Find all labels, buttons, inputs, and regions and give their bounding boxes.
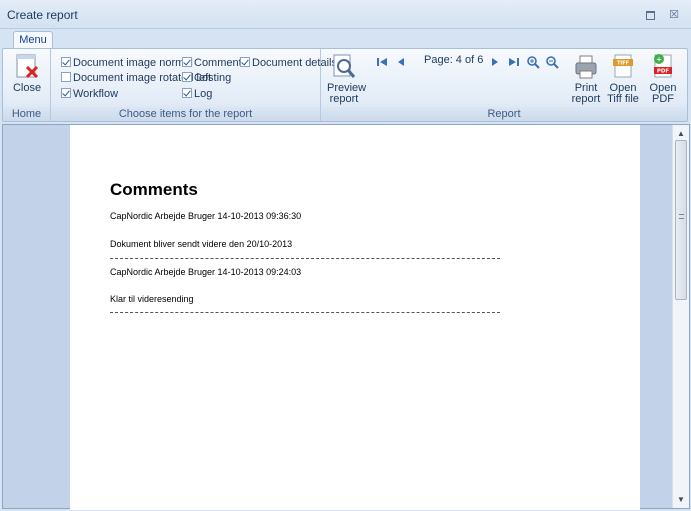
close-document-icon bbox=[16, 54, 39, 79]
scroll-down-arrow-icon[interactable]: ▼ bbox=[677, 495, 685, 504]
open-pdf-button[interactable]: + PDF Open PDF bbox=[646, 53, 680, 105]
scrollbar-thumb[interactable] bbox=[675, 140, 687, 300]
print-report-button[interactable]: Print report bbox=[570, 53, 602, 105]
checkbox-box bbox=[182, 57, 192, 67]
vertical-scrollbar[interactable]: ▲ ▼ bbox=[672, 125, 689, 508]
page-indicator: Page: 4 of 6 bbox=[424, 54, 484, 66]
open-tiff-button[interactable]: TIFF Open Tiff file bbox=[606, 53, 640, 105]
zoom-in-icon[interactable] bbox=[526, 55, 540, 69]
checkbox-costing[interactable]: Costing bbox=[182, 72, 231, 85]
checkbox-log[interactable]: Log bbox=[182, 88, 212, 101]
tiff-badge-text: TIFF bbox=[617, 61, 629, 67]
group-label-items: Choose items for the report bbox=[51, 107, 320, 121]
checkbox-label: Costing bbox=[194, 72, 232, 84]
checkbox-workflow[interactable]: Workflow bbox=[61, 88, 118, 101]
first-page-icon[interactable] bbox=[375, 55, 389, 69]
magnifier-document-icon bbox=[333, 54, 356, 78]
next-page-icon[interactable] bbox=[488, 55, 502, 69]
close-button[interactable]: Close bbox=[9, 53, 45, 94]
checkbox-box bbox=[61, 88, 71, 98]
tiff-file-icon: TIFF bbox=[613, 54, 633, 78]
checkbox-document-image-normal[interactable]: Document image normal bbox=[61, 57, 193, 70]
checkbox-comments[interactable]: Comments bbox=[182, 57, 247, 70]
comment-text: Klar til videresending bbox=[110, 294, 194, 304]
checkbox-box bbox=[240, 57, 250, 67]
comment-text: Dokument bliver sendt videre den 20/10-2… bbox=[110, 239, 293, 249]
close-button-label: Close bbox=[12, 82, 42, 94]
title-bar: Create report ☒ bbox=[0, 0, 691, 29]
ribbon-group-report: Preview report Print report TIFF Open Ti… bbox=[321, 49, 687, 121]
checkbox-box bbox=[61, 57, 71, 67]
preview-label-2: report bbox=[329, 93, 359, 105]
tiff-label-2: Tiff file bbox=[607, 93, 639, 105]
comment-header: CapNordic Arbejde Bruger 14-10-2013 09:3… bbox=[110, 211, 302, 221]
ribbon-group-home: Close Home bbox=[3, 49, 51, 121]
restore-icon[interactable] bbox=[643, 8, 657, 22]
last-page-icon[interactable] bbox=[507, 55, 521, 69]
report-section-title: Comments bbox=[110, 180, 198, 199]
printer-icon bbox=[575, 55, 597, 79]
ribbon-group-items: Document image normal Document image rot… bbox=[51, 49, 337, 121]
close-window-icon[interactable]: ☒ bbox=[667, 8, 681, 22]
ribbon-tab-row: Menu bbox=[0, 29, 691, 50]
grip-icon bbox=[679, 214, 684, 219]
checkbox-label: Log bbox=[194, 88, 213, 100]
pdf-file-icon: + PDF bbox=[654, 54, 672, 78]
comment-header: CapNordic Arbejde Bruger 14-10-2013 09:2… bbox=[110, 267, 302, 277]
checkbox-label: Workflow bbox=[73, 88, 119, 100]
checkbox-box bbox=[182, 88, 192, 98]
report-viewer: ▲ ▼ bbox=[2, 124, 690, 510]
checkbox-label: Document image normal bbox=[73, 57, 193, 69]
zoom-out-icon[interactable] bbox=[545, 55, 559, 69]
checkbox-box bbox=[61, 72, 71, 82]
scroll-up-arrow-icon[interactable]: ▲ bbox=[677, 129, 685, 138]
checkbox-box bbox=[182, 72, 192, 82]
group-label-report: Report bbox=[321, 107, 687, 121]
print-label-2: report bbox=[571, 93, 601, 105]
pdf-badge-text: PDF bbox=[657, 69, 670, 75]
comment-separator bbox=[110, 258, 500, 259]
comment-separator bbox=[110, 312, 500, 313]
ribbon: Close Home Document image normal Documen… bbox=[2, 48, 688, 122]
pdf-label-2: PDF bbox=[652, 93, 674, 105]
group-label-home: Home bbox=[3, 107, 50, 121]
preview-report-button[interactable]: Preview report bbox=[327, 53, 366, 105]
previous-page-icon[interactable] bbox=[394, 55, 408, 69]
svg-text:+: + bbox=[656, 56, 662, 64]
window-title: Create report bbox=[7, 8, 78, 22]
